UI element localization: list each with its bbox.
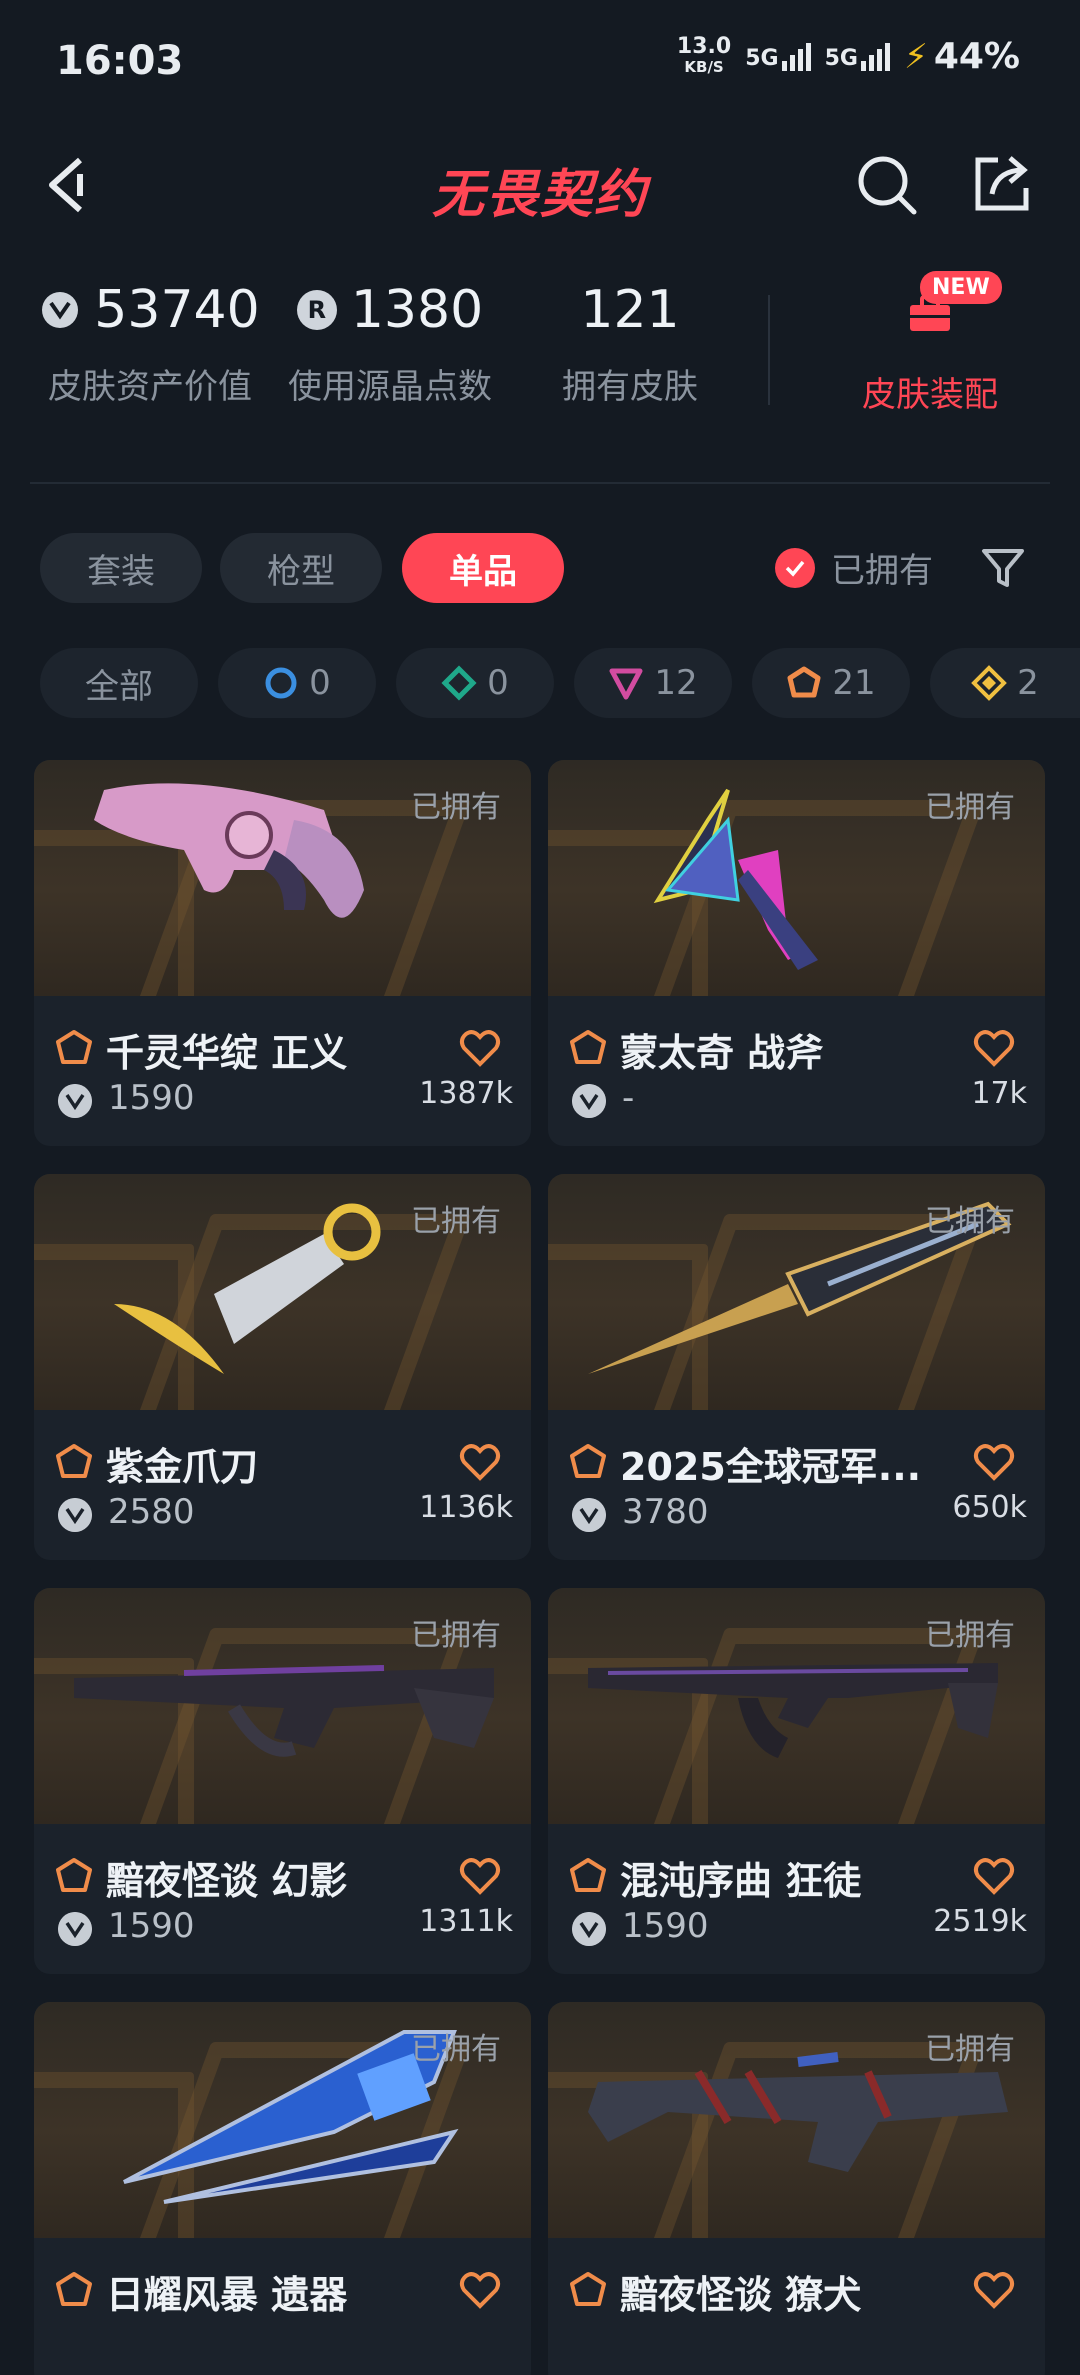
select-tier-icon [265, 667, 297, 699]
exclusive-tier-icon [570, 1030, 606, 1064]
heart-icon[interactable] [973, 1028, 1015, 1068]
divider [768, 295, 770, 405]
tier-chip-deluxe[interactable]: 0 [396, 648, 554, 718]
signal-icon: 5G [745, 42, 811, 71]
heart-icon[interactable] [973, 1442, 1015, 1482]
skin-card[interactable]: 已拥有 黯夜怪谈 幻影 1590 1311k [34, 1588, 531, 1974]
exclusive-tier-icon [570, 2272, 606, 2306]
heart-icon[interactable] [973, 2270, 1015, 2310]
status-time: 16:03 [56, 38, 184, 84]
tier-chip-exclusive[interactable]: 21 [752, 648, 910, 718]
share-button[interactable] [970, 150, 1036, 216]
vp-coin-icon [42, 292, 79, 328]
tab-weapon-types[interactable]: 枪型 [220, 533, 382, 603]
vp-coin-icon [572, 1912, 606, 1946]
heart-icon[interactable] [973, 1856, 1015, 1896]
heart-icon[interactable] [459, 1856, 501, 1896]
exclusive-tier-icon [56, 1444, 92, 1478]
filter-button[interactable] [978, 543, 1028, 593]
stat-asset-value: 53740 皮肤资产价值 [30, 275, 270, 408]
stat-owned-skins: 121 拥有皮肤 [562, 280, 698, 407]
skin-image: 已拥有 [34, 1174, 531, 1410]
stats-panel: 53740 皮肤资产价值 R 1380 使用源晶点数 121 拥有皮肤 皮肤装配… [30, 271, 1050, 435]
status-bar: 16:03 13.0 KB/S 5G 5G ⚡ 44% [0, 0, 1080, 130]
owned-toggle[interactable]: 已拥有 [775, 543, 933, 592]
tier-chip-premium[interactable]: 12 [574, 648, 732, 718]
filter-icon [982, 549, 1024, 587]
skin-card[interactable]: 已拥有 日耀风暴 遗器 [34, 2002, 531, 2375]
skin-image: 已拥有 [548, 2002, 1045, 2238]
skin-card[interactable]: 已拥有 紫金爪刀 2580 1136k [34, 1174, 531, 1560]
search-button[interactable] [854, 152, 920, 218]
checkmark-icon [775, 547, 815, 588]
signal-icon-2: 5G [825, 42, 890, 71]
exclusive-tier-icon [570, 1444, 606, 1478]
search-icon [858, 156, 917, 215]
skin-image: 已拥有 [34, 760, 531, 996]
radianite-icon: R [296, 290, 337, 330]
skin-card[interactable]: 已拥有 混沌序曲 狂徒 1590 2519k [548, 1588, 1045, 1974]
skin-card[interactable]: 已拥有 蒙太奇 战斧 - 17k [548, 760, 1045, 1146]
exclusive-tier-icon [56, 1858, 92, 1892]
skin-image: 已拥有 [548, 1174, 1045, 1410]
vp-coin-icon [58, 1912, 92, 1946]
premium-tier-icon [609, 668, 643, 700]
vp-coin-icon [58, 1498, 92, 1532]
stat-radianite: R 1380 使用源晶点数 [288, 280, 492, 407]
skin-image: 已拥有 [34, 1588, 531, 1824]
skin-card[interactable]: 已拥有 2025全球冠军... 3780 650k [548, 1174, 1045, 1560]
deluxe-tier-icon [441, 665, 477, 701]
charging-icon: ⚡ [903, 36, 928, 77]
tier-chip-select[interactable]: 0 [218, 648, 376, 718]
skin-image: 已拥有 [34, 2002, 531, 2238]
exclusive-tier-icon [56, 2272, 92, 2306]
tier-chip-all[interactable]: 全部 [40, 648, 198, 718]
exclusive-tier-icon [787, 666, 821, 698]
skin-card[interactable]: 已拥有 黯夜怪谈 獠犬 [548, 2002, 1045, 2375]
heart-icon[interactable] [459, 1028, 501, 1068]
tab-single-items[interactable]: 单品 [402, 533, 564, 603]
vp-coin-icon [572, 1084, 606, 1118]
exclusive-tier-icon [56, 1030, 92, 1064]
skin-image: 已拥有 [548, 760, 1045, 996]
ultra-tier-icon [971, 665, 1008, 701]
tier-chip-ultra[interactable]: 2 [930, 648, 1080, 718]
share-icon [975, 156, 1029, 211]
exclusive-tier-icon [570, 1858, 606, 1892]
battery-indicator: ⚡ 44% [903, 36, 1020, 77]
skin-card[interactable]: 已拥有 千灵华绽 正义 1590 1387k [34, 760, 531, 1146]
net-speed: 13.0 KB/S [676, 33, 732, 76]
divider-line [30, 482, 1050, 484]
heart-icon[interactable] [459, 1442, 501, 1482]
vp-coin-icon [572, 1498, 606, 1532]
heart-icon[interactable] [459, 2270, 501, 2310]
vp-coin-icon [58, 1084, 92, 1118]
new-badge: NEW [920, 271, 1002, 304]
skin-image: 已拥有 [548, 1588, 1045, 1824]
status-icons: 13.0 KB/S 5G 5G ⚡ 44% [676, 33, 1020, 77]
tab-bundles[interactable]: 套装 [40, 533, 202, 603]
app-header: 无畏契约 [0, 130, 1080, 240]
